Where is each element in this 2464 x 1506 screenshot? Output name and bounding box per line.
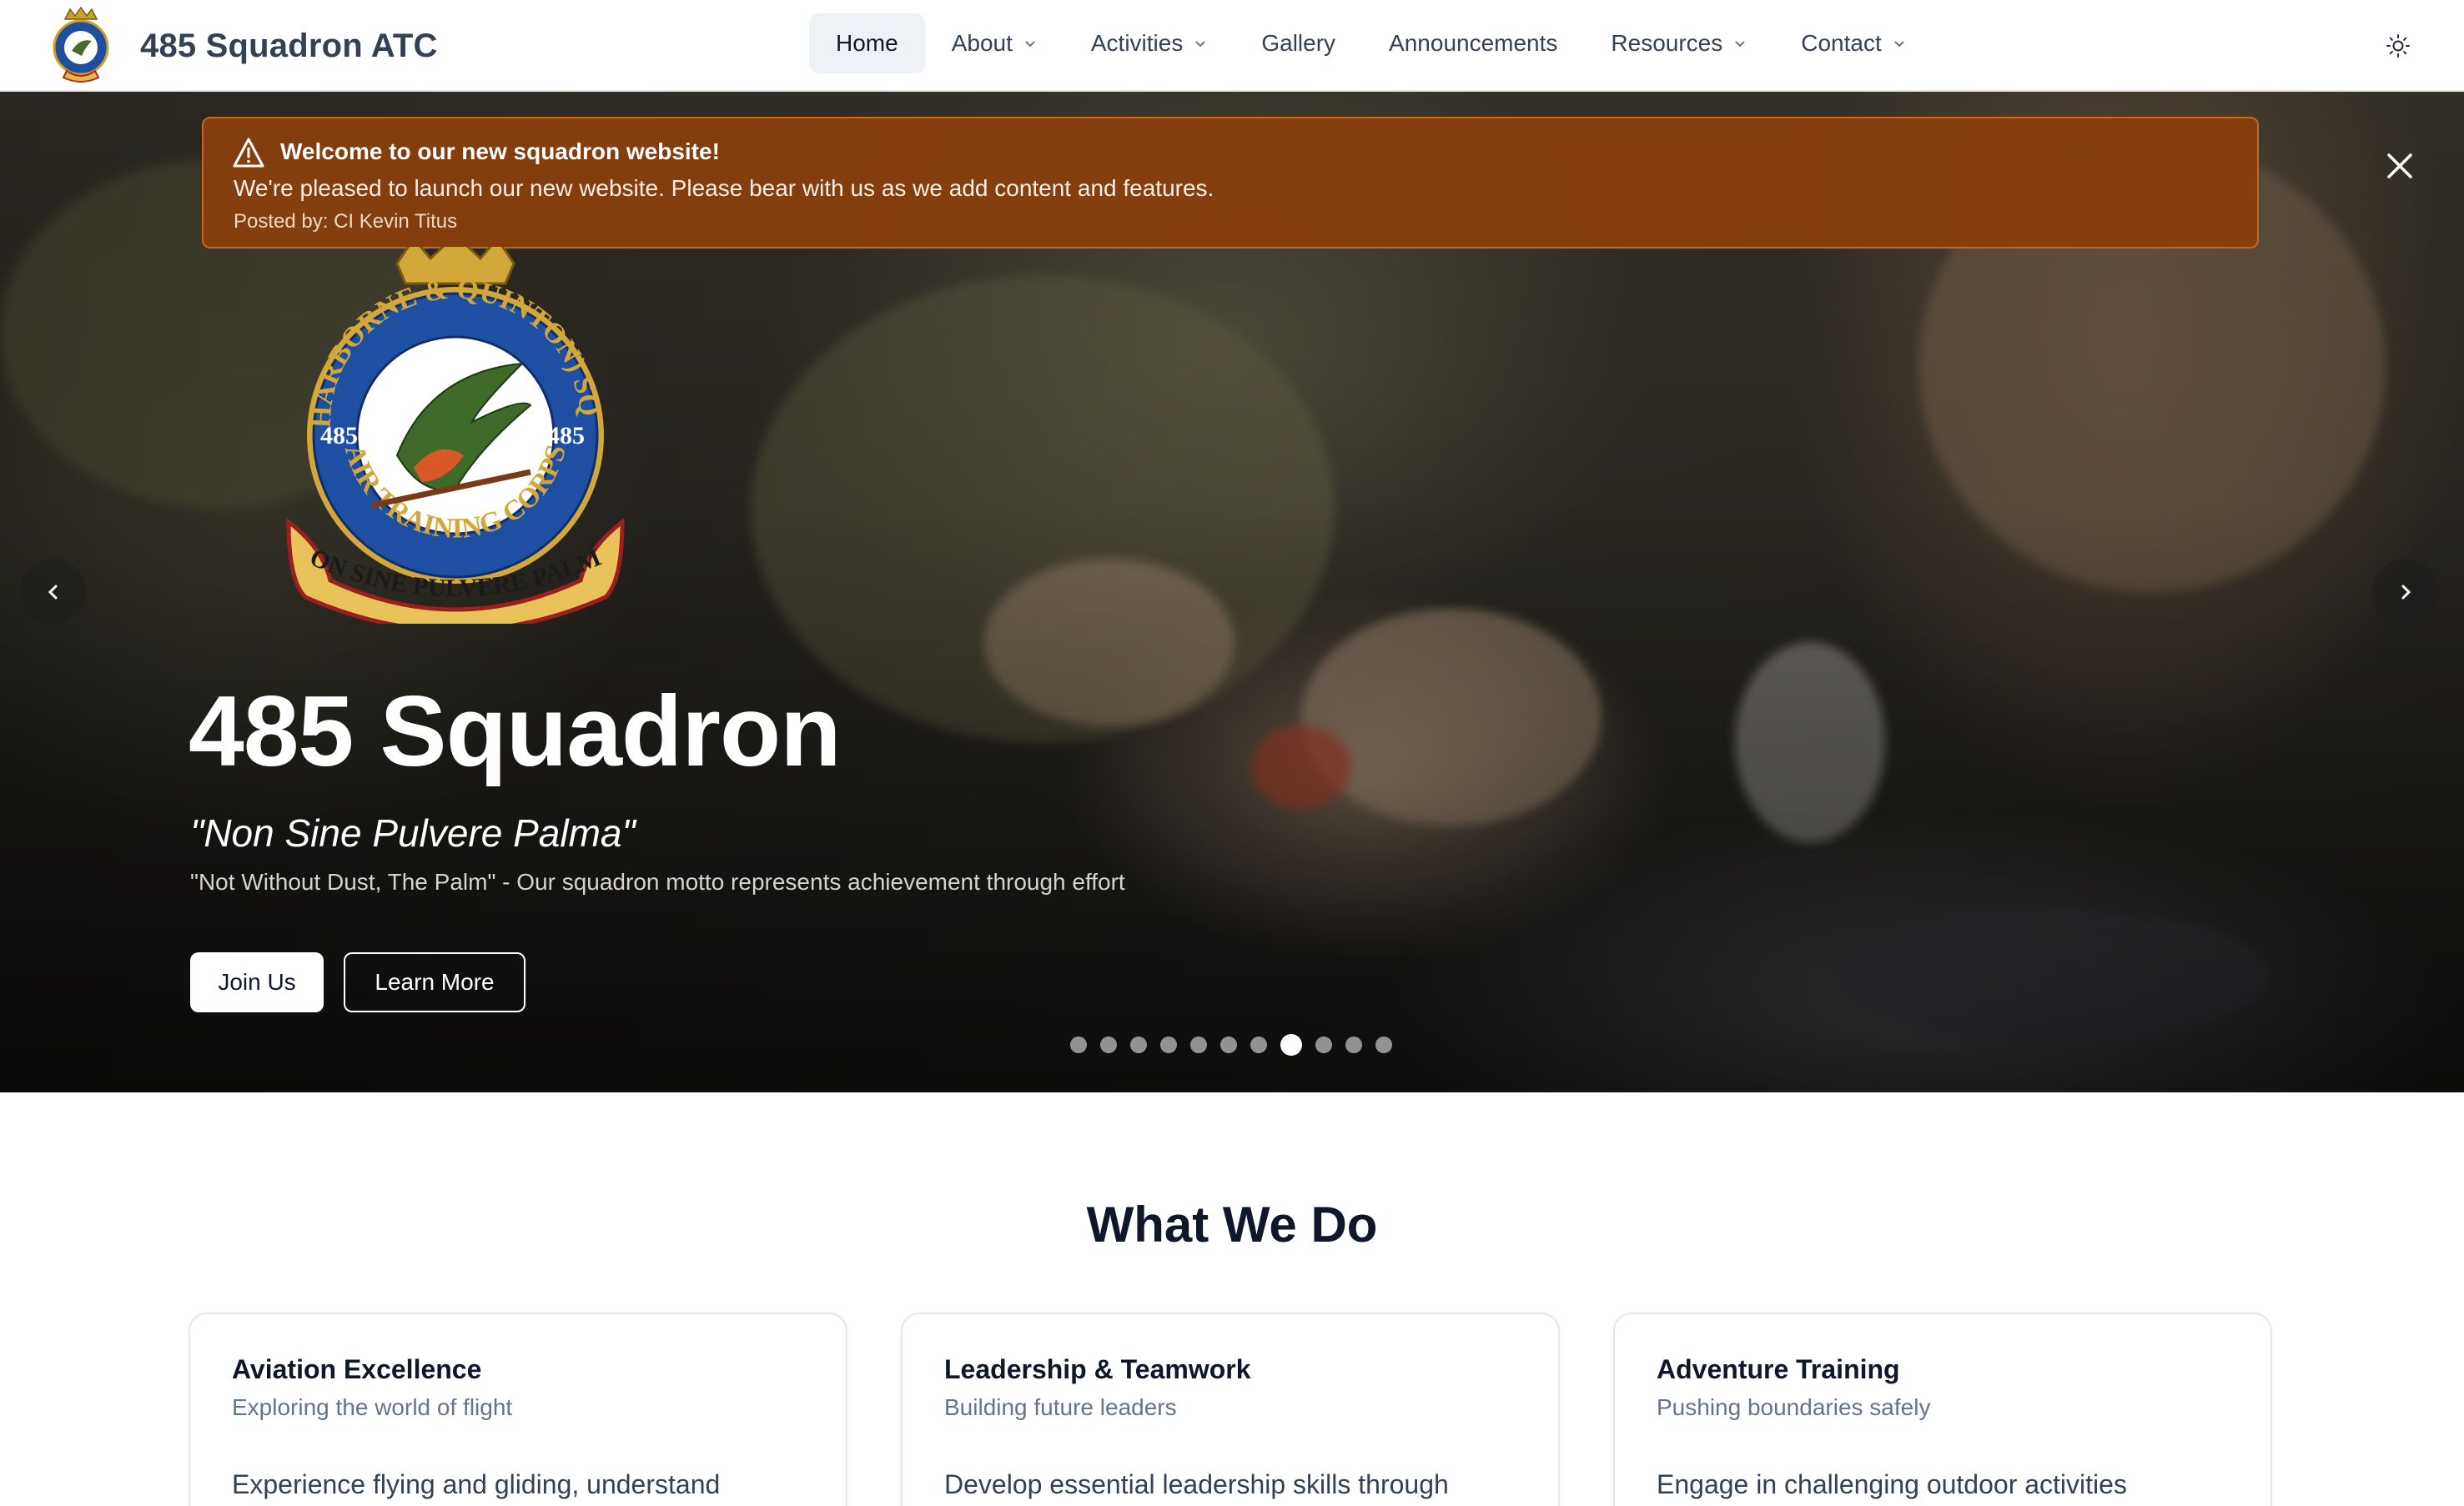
- card-title: Aviation Excellence: [232, 1354, 482, 1384]
- squadron-crest: (HARBORNE & QUINTON) SQN AIR TRAINING CO…: [272, 247, 625, 624]
- svg-text:485: 485: [320, 422, 358, 449]
- carousel-prev-button[interactable]: [20, 559, 87, 625]
- card-title: Adventure Training: [1657, 1354, 1900, 1384]
- sun-icon: [2386, 34, 2410, 58]
- carousel-dot[interactable]: [1130, 1037, 1147, 1053]
- nav-activities[interactable]: Activities: [1064, 13, 1235, 73]
- card-aviation-excellence[interactable]: Aviation Excellence Exploring the world …: [189, 1313, 847, 1506]
- carousel-indicators: [1070, 1034, 1392, 1056]
- brand[interactable]: 485 Squadron ATC: [47, 0, 438, 92]
- nav-home[interactable]: Home: [809, 13, 925, 73]
- hero-motto: "Non Sine Pulvere Palma": [190, 811, 636, 855]
- nav-about[interactable]: About: [925, 13, 1064, 73]
- carousel-dot[interactable]: [1280, 1034, 1302, 1056]
- card-subtitle: Pushing boundaries safely: [1657, 1394, 1931, 1420]
- nav-gallery[interactable]: Gallery: [1235, 13, 1362, 73]
- card-body: Develop essential leadership skills thro…: [944, 1469, 1449, 1499]
- alert-posted-by: Posted by: CI Kevin Titus: [234, 210, 458, 233]
- hero-title: 485 Squadron: [189, 675, 842, 787]
- card-body: Experience flying and gliding, understan…: [232, 1469, 721, 1499]
- nav-about-label: About: [951, 30, 1013, 56]
- carousel-dot[interactable]: [1345, 1037, 1362, 1053]
- carousel-dot[interactable]: [1160, 1037, 1177, 1053]
- svg-text:485: 485: [547, 422, 585, 449]
- card-subtitle: Building future leaders: [944, 1394, 1177, 1420]
- chevron-down-icon: [1894, 41, 1904, 48]
- learn-more-button[interactable]: Learn More: [344, 952, 525, 1012]
- carousel-dot[interactable]: [1190, 1037, 1207, 1053]
- announcement-alert: Welcome to our new squadron website! We'…: [202, 117, 2412, 248]
- theme-toggle-button[interactable]: [2377, 25, 2419, 67]
- carousel-next-button[interactable]: [2372, 559, 2439, 625]
- squadron-logo[interactable]: [47, 6, 115, 86]
- carousel-dot[interactable]: [1220, 1037, 1237, 1053]
- alert-message: We're pleased to launch our new website.…: [234, 175, 1214, 201]
- join-us-button[interactable]: Join Us: [190, 952, 324, 1012]
- close-icon[interactable]: [2382, 148, 2417, 183]
- card-subtitle: Exploring the world of flight: [232, 1394, 513, 1420]
- hero-subtitle: "Not Without Dust, The Palm" - Our squad…: [190, 869, 1125, 895]
- carousel-dot[interactable]: [1100, 1037, 1117, 1053]
- hero-carousel: Welcome to our new squadron website! We'…: [0, 92, 2464, 1092]
- carousel-dot[interactable]: [1250, 1037, 1267, 1053]
- nav-announcements[interactable]: Announcements: [1362, 13, 1584, 73]
- brand-name: 485 Squadron ATC: [140, 27, 438, 64]
- carousel-dot[interactable]: [1315, 1037, 1332, 1053]
- card-title: Leadership & Teamwork: [944, 1354, 1251, 1384]
- card-adventure-training[interactable]: Adventure Training Pushing boundaries sa…: [1613, 1313, 2272, 1506]
- chevron-down-icon: [1195, 41, 1206, 48]
- card-body: Engage in challenging outdoor activities: [1657, 1469, 2127, 1499]
- nav-resources-label: Resources: [1611, 30, 1723, 56]
- nav-contact[interactable]: Contact: [1774, 13, 1933, 73]
- chevron-left-icon: [48, 585, 58, 600]
- section-title: What We Do: [1086, 1197, 1378, 1252]
- site-header: 485 Squadron ATC Home About Activities G…: [0, 0, 2464, 92]
- chevron-down-icon: [1735, 41, 1745, 48]
- nav-activities-label: Activities: [1090, 30, 1184, 56]
- warning-icon: [233, 138, 264, 168]
- carousel-dot[interactable]: [1375, 1037, 1392, 1053]
- alert-title: Welcome to our new squadron website!: [280, 138, 720, 164]
- nav-gallery-label: Gallery: [1261, 30, 1336, 56]
- chevron-right-icon: [2401, 585, 2411, 600]
- carousel-dot[interactable]: [1070, 1037, 1087, 1053]
- nav-home-label: Home: [836, 30, 898, 56]
- main-nav: Home About Activities Gallery Announceme…: [809, 13, 1933, 73]
- nav-announcements-label: Announcements: [1389, 30, 1558, 56]
- nav-contact-label: Contact: [1801, 30, 1882, 56]
- nav-resources[interactable]: Resources: [1584, 13, 1774, 73]
- card-leadership-teamwork[interactable]: Leadership & Teamwork Building future le…: [901, 1313, 1560, 1506]
- chevron-down-icon: [1025, 41, 1035, 48]
